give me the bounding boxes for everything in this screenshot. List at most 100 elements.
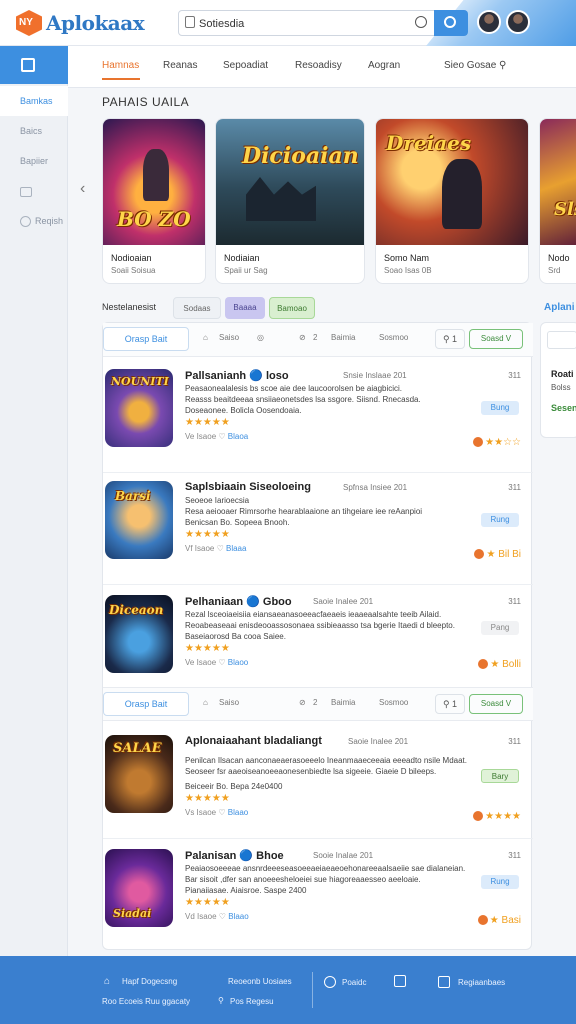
app-name[interactable]: Aplonaiaahant bladaliangt [185, 735, 322, 747]
featured-card-4[interactable]: Sls Nodo Srd [539, 118, 576, 284]
footer-grid-icon[interactable] [394, 975, 406, 987]
toolbar-1-count-value: 1 [452, 334, 458, 344]
app-tag[interactable]: Pang [481, 621, 519, 635]
sidebar-item-1[interactable]: Bamkas [0, 86, 68, 116]
search-box[interactable] [178, 10, 468, 36]
app-icon-2[interactable]: Barsi [105, 481, 173, 559]
search-icon[interactable] [415, 16, 427, 28]
logo-text[interactable]: Aplokaax [46, 11, 145, 35]
app-name[interactable]: Pallsanianh 🔵 loso [185, 369, 289, 382]
right-panel-card[interactable]: Roati Bolss Sesen [540, 322, 576, 438]
app-row-1[interactable]: NOUNITI Pallsanianh 🔵 loso Snsie Inslaae… [103, 359, 533, 473]
toolbar-1-toggle[interactable]: Soasd V [469, 329, 523, 349]
toolbar-1-text-1[interactable]: Saiso [219, 333, 239, 342]
app-desc-line: Peaiaosoeeeae ansnrdeeeseasoeeaeiaeaeoeh… [185, 864, 466, 873]
app-tag[interactable]: Bung [481, 401, 519, 415]
app-desc-line: Reasss beaitdeeaa snsiiaeonetsdes lsa ss… [185, 395, 421, 404]
app-tag[interactable]: Rung [481, 513, 519, 527]
tab-5[interactable]: Aogran [368, 60, 400, 71]
warrior-figure [442, 159, 482, 229]
footer-item-4[interactable]: Pos Regesu [230, 997, 274, 1006]
footer-item-5[interactable]: Poaidc [342, 978, 366, 987]
filter-chip-1[interactable]: Sodaas [173, 297, 221, 319]
user-avatar-2[interactable] [506, 10, 530, 34]
sidebar-item-4[interactable] [0, 176, 68, 206]
app-icon-3[interactable]: Diceaon [105, 595, 173, 673]
footer-item-1[interactable]: Hapf Dogecsng [122, 977, 177, 986]
app-icon-1[interactable]: NOUNITI [105, 369, 173, 447]
app-stars: ★★★★★ [185, 643, 230, 654]
tab-active-indicator [102, 78, 140, 80]
filter-chip-2[interactable]: Baaaa [225, 297, 265, 319]
toolbar-2-text-1[interactable]: Saiso [219, 698, 239, 707]
featured-card-1[interactable]: BO ZO Nodioaian Soaii Soisua [102, 118, 206, 284]
toolbar-1-button[interactable]: Orasp Bait [103, 327, 189, 351]
app-foot-text: Ve Isaoe [185, 432, 217, 441]
tab-1[interactable]: Hamnas [102, 60, 139, 71]
toolbar-2-link-icon[interactable]: ⊘ [299, 698, 306, 707]
app-row-3[interactable]: Diceaon Pelhaniaan 🔵 Gboo Saoie Inalee 2… [103, 585, 533, 699]
toolbar-1-text-3[interactable]: Baimia [331, 333, 355, 342]
featured-card-3[interactable]: Dreiaes Somo Nam Soao Isas 0B [375, 118, 529, 284]
footer-search-icon[interactable]: ⚲ [218, 996, 224, 1005]
tab-2[interactable]: Reanas [163, 60, 197, 71]
toolbar-2-count[interactable]: ⚲ 1 [435, 694, 465, 714]
list-toolbar-1: Orasp Bait ⌂ Saiso ◎ ⊘ 2 Baimia Sosmoo ⚲… [103, 323, 533, 357]
footer-item-3[interactable]: Reoeonb Uosiaes [228, 977, 292, 986]
toolbar-1-text-4[interactable]: Sosmoo [379, 333, 408, 342]
logo-icon[interactable]: NY [16, 10, 42, 36]
toolbar-1-count[interactable]: ⚲ 1 [435, 329, 465, 349]
app-tag[interactable]: Rung [481, 875, 519, 889]
tab-3[interactable]: Sepoadiat [223, 60, 268, 71]
footer-home-icon[interactable]: ⌂ [104, 976, 110, 987]
app-icon-5[interactable]: Siadai [105, 849, 173, 927]
toolbar-2-text-4[interactable]: Sosmoo [379, 698, 408, 707]
toolbar-1-link-icon[interactable]: ⊘ [299, 333, 306, 342]
tab-4[interactable]: Resoadisy [295, 60, 342, 71]
app-foot-link[interactable]: Blaoa [228, 432, 248, 441]
sidebar-item-5[interactable]: Reqish [0, 206, 68, 236]
app-name[interactable]: Palanisan 🔵 Bhoe [185, 849, 284, 862]
tab-6[interactable]: Sieo Gosae ⚲ [444, 60, 506, 71]
app-icon-4[interactable]: SALAE [105, 735, 173, 813]
search-button-icon [444, 16, 456, 28]
footer-help-icon[interactable] [324, 976, 336, 988]
sidebar-home-button[interactable] [0, 46, 68, 84]
app-name[interactable]: Saplsbiaain Siseoloeing [185, 481, 311, 493]
toolbar-1-pin-icon: ⚲ [442, 334, 450, 344]
toolbar-2-button[interactable]: Orasp Bait [103, 692, 189, 716]
app-size: 311 [508, 371, 521, 380]
filter-chip-3[interactable]: Bamoao [269, 297, 315, 319]
app-foot-link[interactable]: Blaao [228, 808, 248, 817]
app-desc-line: Rezal lsceoiaeisiia eiansaeanasoeeacfaea… [185, 610, 442, 619]
featured-art-4-text: Sls [554, 199, 576, 220]
carousel-prev-icon[interactable]: ‹ [80, 180, 85, 198]
featured-card-2[interactable]: Dicioaian Nodiaian Spaii ur Sag [215, 118, 365, 284]
app-foot-link[interactable]: Blaaa [226, 544, 246, 553]
settings-icon [20, 216, 31, 228]
toolbar-1-home-icon[interactable]: ⌂ [203, 333, 208, 342]
toolbar-2-toggle[interactable]: Soasd V [469, 694, 523, 714]
user-avatar-1[interactable] [477, 10, 501, 34]
app-list-panel: Orasp Bait ⌂ Saiso ◎ ⊘ 2 Baimia Sosmoo ⚲… [102, 322, 533, 953]
toolbar-2-text-3[interactable]: Baimia [331, 698, 355, 707]
app-row-5[interactable]: Siadai Palanisan 🔵 Bhoe Sooie Inalae 201… [103, 839, 533, 953]
app-meta: Saoie Inalee 201 [348, 737, 409, 746]
app-name[interactable]: Pelhaniaan 🔵 Gboo [185, 595, 292, 608]
app-row-2[interactable]: Barsi Saplsbiaain Siseoloeing Spfnsa Ins… [103, 471, 533, 585]
footer-window-icon[interactable] [438, 976, 450, 988]
search-scope-icon [185, 16, 195, 28]
list-toolbar-2: Orasp Bait ⌂ Saiso ⊘ 2 Baimia Sosmoo ⚲ 1… [103, 687, 533, 721]
sidebar-item-2[interactable]: Baics [0, 116, 68, 146]
sidebar-item-3[interactable]: Bapiier [0, 146, 68, 176]
app-foot-link[interactable]: Blaao [228, 912, 248, 921]
app-row-4[interactable]: SALAE Aplonaiaahant bladaliangt Saoie In… [103, 725, 533, 839]
app-foot-link[interactable]: Blaoo [228, 658, 248, 667]
search-input[interactable] [199, 16, 409, 31]
footer-item-6[interactable]: Regiaanbaes [458, 978, 505, 987]
app-tag[interactable]: Bary [481, 769, 519, 783]
app-foot: Ve Isaoe ♡ Blaoo [185, 658, 249, 667]
toolbar-2-home-icon[interactable]: ⌂ [203, 698, 208, 707]
search-button[interactable] [434, 10, 468, 36]
footer-item-2[interactable]: Roo Ecoeis Ruu ggacaty [102, 997, 190, 1006]
